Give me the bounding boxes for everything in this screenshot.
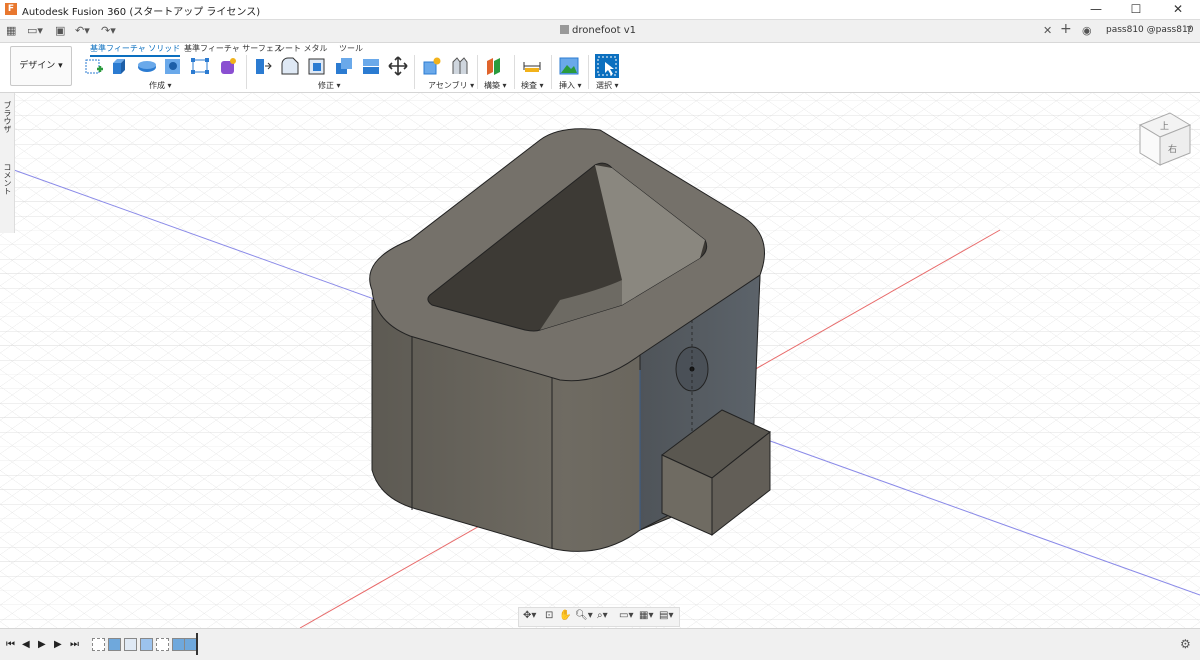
ribbon-divider bbox=[246, 55, 247, 89]
hole-icon[interactable] bbox=[163, 56, 183, 76]
group-assemble[interactable]: アセンブリ ▾ bbox=[428, 80, 474, 91]
viewcube-top-label: 上 bbox=[1160, 121, 1169, 132]
redo-icon[interactable]: ↷▾ bbox=[101, 24, 116, 38]
user-account[interactable]: pass810 @pass810 bbox=[1106, 25, 1193, 35]
window-title: Autodesk Fusion 360 (スタートアップ ライセンス) bbox=[22, 7, 261, 18]
viewcube-right-label: 右 bbox=[1168, 143, 1177, 155]
side-panel: ブラウザ コメント bbox=[0, 93, 15, 233]
timeline-feature-sketch[interactable] bbox=[156, 638, 169, 651]
3d-viewport[interactable]: 上 右 bbox=[0, 93, 1200, 628]
display-settings-icon[interactable]: ▭▾ bbox=[619, 610, 633, 621]
tab-sheet-metal[interactable]: シート メタル bbox=[277, 43, 328, 54]
revolve-icon[interactable] bbox=[137, 56, 157, 76]
browser-tab[interactable]: ブラウザ bbox=[2, 101, 13, 133]
tab-solid[interactable]: 基準フィーチャ ソリッド bbox=[90, 43, 181, 57]
timeline-next-button[interactable]: ▶ bbox=[54, 639, 62, 650]
maximize-button[interactable]: ☐ bbox=[1116, 0, 1156, 19]
ribbon-divider bbox=[514, 55, 515, 89]
timeline-feature-shell[interactable] bbox=[140, 638, 153, 651]
insert-image-icon[interactable] bbox=[559, 56, 579, 76]
shell-icon[interactable] bbox=[307, 56, 327, 76]
press-pull-icon[interactable] bbox=[253, 56, 273, 76]
timeline-last-button[interactable]: ⏭ bbox=[70, 639, 79, 650]
measure-icon[interactable] bbox=[522, 56, 542, 76]
timeline-play-button[interactable]: ▶ bbox=[38, 639, 46, 650]
workspace-switcher[interactable]: デザイン ▾ bbox=[10, 46, 72, 86]
combine-icon[interactable] bbox=[334, 56, 354, 76]
orbit-icon[interactable]: ✥▾ bbox=[523, 610, 536, 621]
move-icon[interactable] bbox=[388, 56, 408, 76]
select-icon[interactable] bbox=[595, 54, 619, 78]
fillet-icon[interactable] bbox=[280, 56, 300, 76]
ribbon: デザイン ▾ 基準フィーチャ ソリッド 基準フィーチャ サーフェス シート メタ… bbox=[0, 43, 1200, 93]
group-insert[interactable]: 挿入 ▾ bbox=[559, 80, 582, 91]
timeline-prev-button[interactable]: ◀ bbox=[22, 639, 30, 650]
document-tab-bar: ▦ ▭▾ ▣ ↶▾ ↷▾ dronefoot v1 ✕ + ◉ pass810 … bbox=[0, 20, 1200, 43]
undo-icon[interactable]: ↶▾ bbox=[75, 24, 90, 38]
timeline-marker[interactable] bbox=[196, 633, 198, 655]
tab-surface[interactable]: 基準フィーチャ サーフェス bbox=[184, 43, 282, 54]
viewport-settings-icon[interactable]: ▤▾ bbox=[659, 610, 673, 621]
ribbon-divider bbox=[414, 55, 415, 89]
split-body-icon[interactable] bbox=[361, 56, 381, 76]
close-button[interactable]: ✕ bbox=[1158, 0, 1198, 19]
ribbon-divider bbox=[588, 55, 589, 89]
timeline-feature-sketch[interactable] bbox=[92, 638, 105, 651]
timeline: ⏮ ◀ ▶ ▶ ⏭ ⚙ bbox=[0, 628, 1200, 660]
document-tab[interactable]: dronefoot v1 bbox=[560, 25, 636, 36]
minimize-button[interactable]: — bbox=[1076, 0, 1116, 19]
data-panel-grid-icon[interactable]: ▦ bbox=[6, 24, 16, 38]
close-tab-button[interactable]: ✕ bbox=[1043, 24, 1052, 38]
timeline-feature-fillet[interactable] bbox=[124, 638, 137, 651]
timeline-first-button[interactable]: ⏮ bbox=[6, 639, 15, 650]
job-status-icon[interactable]: ◉ bbox=[1082, 24, 1092, 38]
ribbon-divider bbox=[551, 55, 552, 89]
joint-icon[interactable] bbox=[450, 56, 470, 76]
file-menu-icon[interactable]: ▭▾ bbox=[27, 24, 43, 38]
timeline-settings-icon[interactable]: ⚙ bbox=[1180, 637, 1191, 651]
new-component-icon[interactable] bbox=[422, 56, 442, 76]
fit-icon[interactable]: ⌕▾ bbox=[597, 610, 608, 621]
document-title: dronefoot v1 bbox=[572, 25, 636, 36]
component-icon bbox=[560, 25, 569, 34]
help-icon[interactable]: ? bbox=[1186, 24, 1192, 38]
group-inspect[interactable]: 検査 ▾ bbox=[521, 80, 544, 91]
tab-tools[interactable]: ツール bbox=[339, 43, 363, 54]
new-tab-button[interactable]: + bbox=[1060, 22, 1072, 36]
group-select[interactable]: 選択 ▾ bbox=[596, 80, 619, 91]
timeline-feature-extrude[interactable] bbox=[108, 638, 121, 651]
extrude-icon[interactable] bbox=[110, 56, 130, 76]
title-bar: F Autodesk Fusion 360 (スタートアップ ライセンス) — … bbox=[0, 0, 1200, 20]
zoom-icon[interactable]: 🔍︎▾ bbox=[575, 610, 593, 621]
group-construct[interactable]: 構築 ▾ bbox=[484, 80, 507, 91]
fusion-app-icon: F bbox=[5, 3, 17, 15]
look-at-icon[interactable]: ⊡ bbox=[545, 610, 553, 621]
group-create[interactable]: 作成 ▾ bbox=[149, 80, 172, 91]
offset-plane-icon[interactable] bbox=[484, 56, 504, 76]
save-icon[interactable]: ▣ bbox=[55, 24, 65, 38]
create-sketch-icon[interactable] bbox=[84, 56, 104, 76]
create-form-icon[interactable] bbox=[218, 56, 238, 76]
pan-icon[interactable]: ✋ bbox=[559, 610, 571, 621]
group-modify[interactable]: 修正 ▾ bbox=[318, 80, 341, 91]
ribbon-divider bbox=[477, 55, 478, 89]
pattern-icon[interactable] bbox=[190, 56, 210, 76]
grid-settings-icon[interactable]: ▦▾ bbox=[639, 610, 653, 621]
navigation-bar: ✥▾ ⊡ ✋ 🔍︎▾ ⌕▾ ▭▾ ▦▾ ▤▾ bbox=[518, 607, 680, 627]
comments-tab[interactable]: コメント bbox=[2, 163, 13, 195]
